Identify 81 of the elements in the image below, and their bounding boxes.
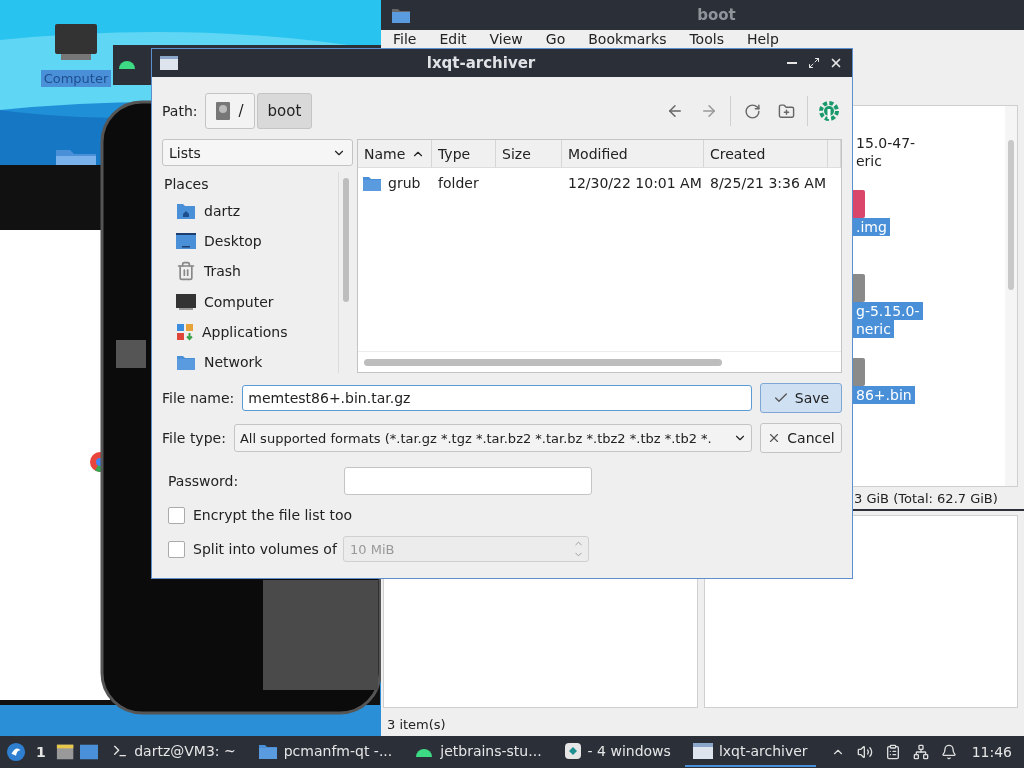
file-label[interactable]: eric	[853, 152, 885, 170]
column-header[interactable]: Type	[432, 140, 496, 167]
workspace-button[interactable]: 1	[32, 744, 50, 760]
checkbox-label: Encrypt the file list too	[193, 507, 353, 523]
file-cabinet-icon[interactable]	[55, 742, 74, 762]
item-count: 3 item(s)	[387, 716, 446, 732]
place-item[interactable]: dartz	[204, 203, 241, 220]
minimize-icon	[787, 62, 797, 64]
file-type-label: File type:	[162, 430, 226, 446]
maximize-icon	[808, 57, 820, 69]
desktop-icon	[176, 232, 196, 251]
menu-item[interactable]: Tools	[689, 31, 724, 48]
table-cell[interactable]: grub	[388, 175, 421, 191]
back-icon	[666, 102, 684, 120]
file-label[interactable]: 15.0-47-	[853, 134, 919, 152]
place-item[interactable]: Computer	[204, 293, 274, 310]
computer-icon[interactable]	[55, 24, 97, 62]
menu-item[interactable]: Help	[746, 31, 779, 48]
path-label: Path:	[162, 103, 198, 119]
applications-icon	[176, 322, 194, 341]
place-item[interactable]: Trash	[204, 263, 241, 280]
disk-space-status: 3 GiB (Total: 62.7 GiB)	[854, 490, 998, 506]
password-field[interactable]	[344, 467, 592, 495]
window-title: lxqt-archiver	[425, 54, 537, 72]
home-folder-icon	[176, 202, 196, 221]
table-cell-text: folder	[437, 175, 480, 191]
password-label: Password:	[168, 473, 240, 489]
place-item[interactable]: Applications	[202, 323, 288, 340]
close-icon	[829, 56, 843, 70]
start-menu-icon[interactable]	[6, 741, 27, 763]
file-name-label: File name:	[162, 390, 235, 406]
column-header[interactable]: Name	[358, 140, 432, 167]
gear-icon	[818, 100, 840, 122]
path-button[interactable]: boot	[256, 93, 313, 129]
path-button[interactable]: /	[205, 93, 255, 129]
taskbar-task[interactable]: pcmanfm-qt -...	[249, 737, 401, 767]
place-item[interactable]: Network	[204, 353, 263, 370]
folder-icon	[391, 6, 411, 24]
scrollbar-thumb[interactable]	[343, 178, 349, 302]
taskbar-task[interactable]: lxqt-archiver	[684, 737, 816, 767]
column-header[interactable]: Modified	[562, 140, 704, 167]
desktop-icon[interactable]	[80, 743, 99, 761]
menu-item[interactable]: View	[489, 31, 523, 48]
forward-icon	[700, 102, 718, 120]
checkbox[interactable]	[168, 506, 185, 524]
window-title: boot	[696, 6, 737, 24]
new-folder-icon	[777, 102, 795, 120]
place-item[interactable]: Desktop	[204, 233, 262, 250]
checkbox[interactable]	[168, 540, 185, 558]
trash-icon	[176, 261, 196, 282]
window-group-icon	[563, 742, 582, 760]
refresh-icon	[743, 102, 761, 120]
scrollbar-thumb[interactable]	[1008, 140, 1014, 290]
menu-item[interactable]: File	[393, 31, 417, 48]
maximize-button[interactable]	[806, 55, 822, 71]
drive-icon	[216, 102, 231, 120]
window-icon	[692, 743, 713, 759]
clock[interactable]: 11:46	[965, 744, 1018, 760]
save-button[interactable]: Save	[760, 383, 842, 413]
settings-button[interactable]	[816, 98, 842, 124]
menu-item[interactable]: Bookmarks	[588, 31, 667, 48]
folder-icon	[362, 174, 382, 192]
column-header[interactable]: Size	[496, 140, 562, 167]
places-heading: Places	[163, 176, 210, 192]
terminal-icon	[112, 743, 129, 759]
file-type-dropdown[interactable]: All supported formats (*.tar.gz *.tgz *.tar.bz2 *.tar.bz *.tbz2 *.tbz *.tb2 *.	[233, 424, 752, 452]
computer-icon	[176, 292, 196, 311]
file-name-field[interactable]: memtest86+.bin.tar.gz	[242, 385, 752, 411]
cancel-button[interactable]: Cancel	[760, 423, 842, 453]
places-view-dropdown[interactable]: Lists	[162, 139, 353, 166]
folder-icon	[257, 742, 278, 760]
table-cell-text: 8/25/21 3:36 AM	[709, 175, 827, 191]
taskbar-task[interactable]: jetbrains-stu...	[406, 737, 550, 767]
taskbar-task[interactable]: - 4 windows	[555, 737, 679, 767]
menu-item[interactable]: Edit	[439, 31, 467, 48]
scrollbar-thumb[interactable]	[364, 358, 722, 366]
column-header[interactable]: Created	[704, 140, 828, 167]
table-cell-text: 12/30/22 10:01 AM	[567, 175, 703, 191]
window-icon	[160, 56, 178, 70]
taskbar-task[interactable]: dartz@VM3: ~	[104, 737, 244, 767]
menu-item[interactable]: Go	[545, 31, 566, 48]
